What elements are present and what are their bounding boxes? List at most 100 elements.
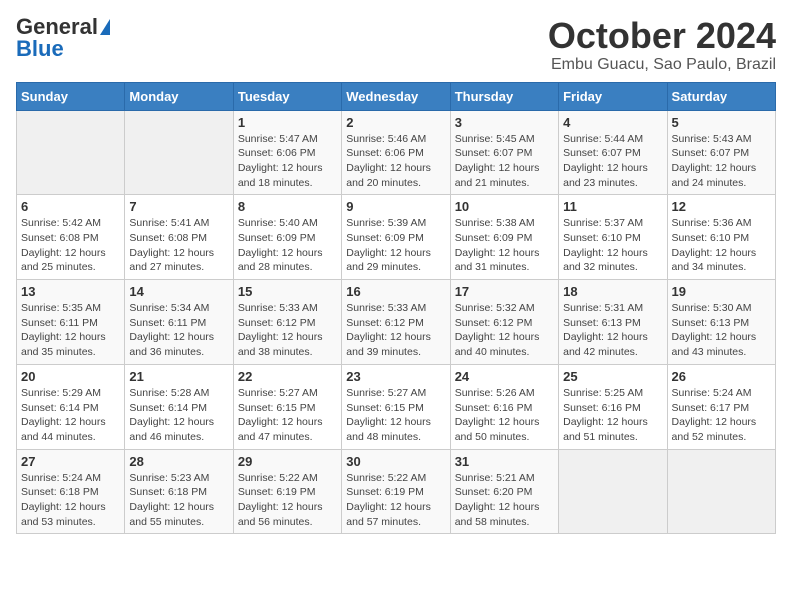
calendar-header: SundayMondayTuesdayWednesdayThursdayFrid… <box>17 82 776 110</box>
calendar-cell <box>125 110 233 195</box>
calendar-cell: 27Sunrise: 5:24 AMSunset: 6:18 PMDayligh… <box>17 449 125 534</box>
day-number: 22 <box>238 369 337 384</box>
calendar-week-row: 20 Sunrise: 5:29 AMSunset: 6:14 PMDayligh… <box>17 364 776 449</box>
day-detail: Sunrise: 5:35 AMSunset: 6:11 PMDaylight:… <box>21 301 120 360</box>
calendar-cell: 24 Sunrise: 5:26 AMSunset: 6:16 PMDayligh… <box>450 364 558 449</box>
calendar-cell <box>559 449 667 534</box>
calendar-cell: 12 Sunrise: 5:36 AMSunset: 6:10 PMDayligh… <box>667 195 775 280</box>
calendar-week-row: 6Sunrise: 5:42 AMSunset: 6:08 PMDaylight… <box>17 195 776 280</box>
calendar-cell: 8 Sunrise: 5:40 AMSunset: 6:09 PMDaylight… <box>233 195 341 280</box>
calendar-cell: 6Sunrise: 5:42 AMSunset: 6:08 PMDaylight… <box>17 195 125 280</box>
day-number: 2 <box>346 115 445 130</box>
day-number: 15 <box>238 284 337 299</box>
day-number: 21 <box>129 369 228 384</box>
weekday-header: Thursday <box>450 82 558 110</box>
calendar-cell: 14Sunrise: 5:34 AMSunset: 6:11 PMDayligh… <box>125 280 233 365</box>
day-number: 24 <box>455 369 554 384</box>
calendar-cell: 16Sunrise: 5:33 AMSunset: 6:12 PMDayligh… <box>342 280 450 365</box>
calendar-cell: 7 Sunrise: 5:41 AMSunset: 6:08 PMDaylight… <box>125 195 233 280</box>
calendar-cell: 3 Sunrise: 5:45 AMSunset: 6:07 PMDaylight… <box>450 110 558 195</box>
day-detail: Sunrise: 5:22 AMSunset: 6:19 PMDaylight:… <box>238 471 337 530</box>
calendar-cell: 9Sunrise: 5:39 AMSunset: 6:09 PMDaylight… <box>342 195 450 280</box>
day-detail: Sunrise: 5:30 AMSunset: 6:13 PMDaylight:… <box>672 301 771 360</box>
day-number: 11 <box>563 199 662 214</box>
day-number: 18 <box>563 284 662 299</box>
calendar-cell: 1 Sunrise: 5:47 AMSunset: 6:06 PMDaylight… <box>233 110 341 195</box>
day-number: 25 <box>563 369 662 384</box>
calendar-cell: 22Sunrise: 5:27 AMSunset: 6:15 PMDayligh… <box>233 364 341 449</box>
calendar-table: SundayMondayTuesdayWednesdayThursdayFrid… <box>16 82 776 535</box>
day-detail: Sunrise: 5:37 AMSunset: 6:10 PMDaylight:… <box>563 216 662 275</box>
day-number: 20 <box>21 369 120 384</box>
day-detail: Sunrise: 5:29 AMSunset: 6:14 PMDaylight:… <box>21 386 120 445</box>
day-number: 26 <box>672 369 771 384</box>
day-detail: Sunrise: 5:22 AMSunset: 6:19 PMDaylight:… <box>346 471 445 530</box>
calendar-cell: 25 Sunrise: 5:25 AMSunset: 6:16 PMDayligh… <box>559 364 667 449</box>
calendar-cell: 5 Sunrise: 5:43 AMSunset: 6:07 PMDaylight… <box>667 110 775 195</box>
calendar-week-row: 27Sunrise: 5:24 AMSunset: 6:18 PMDayligh… <box>17 449 776 534</box>
day-detail: Sunrise: 5:40 AMSunset: 6:09 PMDaylight:… <box>238 216 337 275</box>
weekday-header: Sunday <box>17 82 125 110</box>
day-detail: Sunrise: 5:26 AMSunset: 6:16 PMDaylight:… <box>455 386 554 445</box>
day-detail: Sunrise: 5:32 AMSunset: 6:12 PMDaylight:… <box>455 301 554 360</box>
day-detail: Sunrise: 5:24 AMSunset: 6:17 PMDaylight:… <box>672 386 771 445</box>
day-number: 27 <box>21 454 120 469</box>
day-detail: Sunrise: 5:43 AMSunset: 6:07 PMDaylight:… <box>672 132 771 191</box>
day-number: 1 <box>238 115 337 130</box>
day-detail: Sunrise: 5:33 AMSunset: 6:12 PMDaylight:… <box>238 301 337 360</box>
day-detail: Sunrise: 5:28 AMSunset: 6:14 PMDaylight:… <box>129 386 228 445</box>
day-number: 4 <box>563 115 662 130</box>
day-detail: Sunrise: 5:41 AMSunset: 6:08 PMDaylight:… <box>129 216 228 275</box>
logo-triangle-icon <box>100 19 110 35</box>
day-number: 30 <box>346 454 445 469</box>
calendar-cell: 2 Sunrise: 5:46 AMSunset: 6:06 PMDaylight… <box>342 110 450 195</box>
day-detail: Sunrise: 5:36 AMSunset: 6:10 PMDaylight:… <box>672 216 771 275</box>
day-number: 29 <box>238 454 337 469</box>
weekday-header: Saturday <box>667 82 775 110</box>
calendar-cell <box>17 110 125 195</box>
page-header: General Blue October 2024 Embu Guacu, Sa… <box>16 16 776 74</box>
day-number: 16 <box>346 284 445 299</box>
calendar-week-row: 1 Sunrise: 5:47 AMSunset: 6:06 PMDaylight… <box>17 110 776 195</box>
day-number: 17 <box>455 284 554 299</box>
weekday-header: Wednesday <box>342 82 450 110</box>
calendar-cell: 11 Sunrise: 5:37 AMSunset: 6:10 PMDayligh… <box>559 195 667 280</box>
day-number: 5 <box>672 115 771 130</box>
day-detail: Sunrise: 5:47 AMSunset: 6:06 PMDaylight:… <box>238 132 337 191</box>
day-number: 7 <box>129 199 228 214</box>
day-detail: Sunrise: 5:25 AMSunset: 6:16 PMDaylight:… <box>563 386 662 445</box>
day-detail: Sunrise: 5:45 AMSunset: 6:07 PMDaylight:… <box>455 132 554 191</box>
day-detail: Sunrise: 5:46 AMSunset: 6:06 PMDaylight:… <box>346 132 445 191</box>
calendar-title: October 2024 <box>548 16 776 56</box>
day-number: 8 <box>238 199 337 214</box>
calendar-week-row: 13Sunrise: 5:35 AMSunset: 6:11 PMDayligh… <box>17 280 776 365</box>
calendar-cell: 4 Sunrise: 5:44 AMSunset: 6:07 PMDaylight… <box>559 110 667 195</box>
weekday-header: Tuesday <box>233 82 341 110</box>
day-detail: Sunrise: 5:27 AMSunset: 6:15 PMDaylight:… <box>346 386 445 445</box>
day-detail: Sunrise: 5:39 AMSunset: 6:09 PMDaylight:… <box>346 216 445 275</box>
weekday-header: Friday <box>559 82 667 110</box>
day-number: 10 <box>455 199 554 214</box>
calendar-cell: 30 Sunrise: 5:22 AMSunset: 6:19 PMDayligh… <box>342 449 450 534</box>
day-detail: Sunrise: 5:44 AMSunset: 6:07 PMDaylight:… <box>563 132 662 191</box>
day-number: 23 <box>346 369 445 384</box>
calendar-cell: 26 Sunrise: 5:24 AMSunset: 6:17 PMDayligh… <box>667 364 775 449</box>
day-detail: Sunrise: 5:23 AMSunset: 6:18 PMDaylight:… <box>129 471 228 530</box>
day-number: 31 <box>455 454 554 469</box>
weekday-header: Monday <box>125 82 233 110</box>
logo-general: General <box>16 16 98 38</box>
day-detail: Sunrise: 5:21 AMSunset: 6:20 PMDaylight:… <box>455 471 554 530</box>
weekday-row: SundayMondayTuesdayWednesdayThursdayFrid… <box>17 82 776 110</box>
calendar-cell: 15 Sunrise: 5:33 AMSunset: 6:12 PMDayligh… <box>233 280 341 365</box>
logo: General Blue <box>16 16 110 60</box>
calendar-cell: 29 Sunrise: 5:22 AMSunset: 6:19 PMDayligh… <box>233 449 341 534</box>
day-number: 3 <box>455 115 554 130</box>
calendar-body: 1 Sunrise: 5:47 AMSunset: 6:06 PMDaylight… <box>17 110 776 534</box>
day-number: 12 <box>672 199 771 214</box>
calendar-cell: 23 Sunrise: 5:27 AMSunset: 6:15 PMDayligh… <box>342 364 450 449</box>
calendar-cell: 21 Sunrise: 5:28 AMSunset: 6:14 PMDayligh… <box>125 364 233 449</box>
calendar-cell: 28Sunrise: 5:23 AMSunset: 6:18 PMDayligh… <box>125 449 233 534</box>
calendar-cell: 17 Sunrise: 5:32 AMSunset: 6:12 PMDayligh… <box>450 280 558 365</box>
calendar-cell: 20 Sunrise: 5:29 AMSunset: 6:14 PMDayligh… <box>17 364 125 449</box>
day-number: 14 <box>129 284 228 299</box>
